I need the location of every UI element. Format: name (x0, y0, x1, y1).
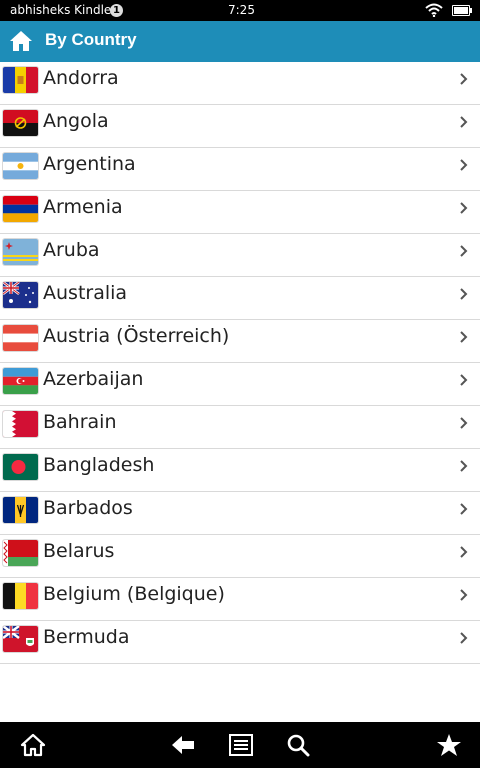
aruba-flag-icon (3, 239, 38, 265)
armenia-flag-icon (3, 196, 38, 222)
country-list: Andorra Angola Argentina Armenia Aruba A… (0, 62, 480, 664)
list-item-argentina[interactable]: Argentina (0, 148, 480, 191)
azerbaijan-flag-icon (3, 368, 38, 394)
austria-flag-icon (3, 325, 38, 351)
list-item-belarus[interactable]: Belarus (0, 535, 480, 578)
chevron-right-icon (459, 114, 468, 128)
list-item-austria[interactable]: Austria (Österreich) (0, 320, 480, 363)
country-name: Bermuda (43, 626, 130, 648)
notification-badge[interactable]: 1 (110, 4, 123, 17)
list-item-australia[interactable]: Australia (0, 277, 480, 320)
list-item-barbados[interactable]: Barbados (0, 492, 480, 535)
chevron-right-icon (459, 587, 468, 601)
country-name: Azerbaijan (43, 368, 144, 390)
list-item-armenia[interactable]: Armenia (0, 191, 480, 234)
country-name: Andorra (43, 67, 119, 89)
back-icon[interactable] (170, 733, 196, 757)
australia-flag-icon (3, 282, 38, 308)
country-name: Bahrain (43, 411, 117, 433)
list-item-belgium[interactable]: Belgium (Belgique) (0, 578, 480, 621)
chevron-right-icon (459, 329, 468, 343)
belgium-flag-icon (3, 583, 38, 609)
list-item-bermuda[interactable]: Bermuda (0, 621, 480, 664)
battery-icon (452, 5, 472, 16)
country-name: Barbados (43, 497, 133, 519)
list-item-andorra[interactable]: Andorra (0, 62, 480, 105)
chevron-right-icon (459, 458, 468, 472)
menu-icon[interactable] (228, 733, 254, 757)
andorra-flag-icon (3, 67, 38, 93)
country-name: Aruba (43, 239, 100, 261)
wifi-icon (425, 3, 443, 20)
bahrain-flag-icon (3, 411, 38, 437)
status-bar: abhisheks Kindle 1 7:25 (0, 0, 480, 21)
chevron-right-icon (459, 243, 468, 257)
bottom-nav (0, 722, 480, 768)
chevron-right-icon (459, 415, 468, 429)
country-name: Austria (Österreich) (43, 325, 230, 347)
chevron-right-icon (459, 544, 468, 558)
list-item-bangladesh[interactable]: Bangladesh (0, 449, 480, 492)
argentina-flag-icon (3, 153, 38, 179)
favorites-icon[interactable] (436, 733, 462, 757)
country-name: Belarus (43, 540, 115, 562)
angola-flag-icon (3, 110, 38, 136)
list-item-angola[interactable]: Angola (0, 105, 480, 148)
chevron-right-icon (459, 286, 468, 300)
page-title: By Country (45, 30, 137, 49)
list-item-bahrain[interactable]: Bahrain (0, 406, 480, 449)
barbados-flag-icon (3, 497, 38, 523)
country-name: Bangladesh (43, 454, 155, 476)
home-icon[interactable] (9, 29, 33, 53)
country-name: Argentina (43, 153, 136, 175)
chevron-right-icon (459, 372, 468, 386)
chevron-right-icon (459, 71, 468, 85)
country-name: Armenia (43, 196, 123, 218)
search-icon[interactable] (286, 733, 312, 757)
device-name: abhisheks Kindle (10, 3, 112, 17)
list-item-aruba[interactable]: Aruba (0, 234, 480, 277)
chevron-right-icon (459, 200, 468, 214)
chevron-right-icon (459, 157, 468, 171)
chevron-right-icon (459, 501, 468, 515)
country-name: Australia (43, 282, 128, 304)
home-icon[interactable] (20, 733, 46, 757)
clock: 7:25 (228, 3, 255, 17)
chevron-right-icon (459, 630, 468, 644)
bermuda-flag-icon (3, 626, 38, 652)
app-header: By Country (0, 21, 480, 63)
bangladesh-flag-icon (3, 454, 38, 480)
country-name: Belgium (Belgique) (43, 583, 225, 605)
belarus-flag-icon (3, 540, 38, 566)
list-item-azerbaijan[interactable]: Azerbaijan (0, 363, 480, 406)
country-name: Angola (43, 110, 109, 132)
